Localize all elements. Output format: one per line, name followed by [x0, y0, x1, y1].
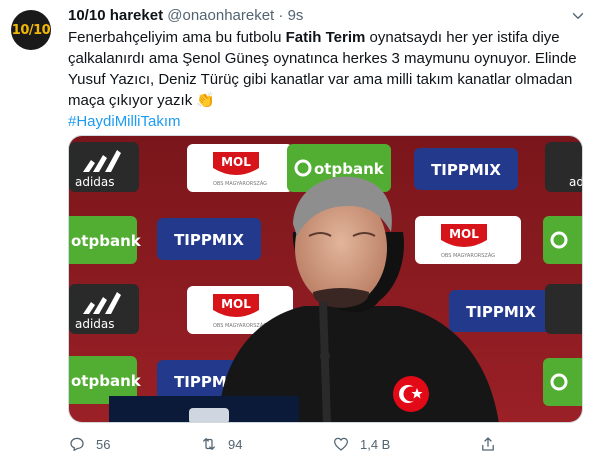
- tweet-time[interactable]: 9s: [288, 7, 304, 24]
- nations-league-podium: [109, 396, 299, 422]
- svg-text:OBS MAGYARORSZÁG: OBS MAGYARORSZÁG: [213, 322, 267, 329]
- svg-text:OBS MAGYARORSZÁG: OBS MAGYARORSZÁG: [441, 252, 495, 259]
- tippmix-logo-2: TIPPMIX: [157, 218, 261, 260]
- more-button[interactable]: [568, 6, 588, 26]
- more-icon: [572, 13, 584, 19]
- tippmix-logo-3: TIPPMIX: [449, 290, 553, 332]
- svg-text:otpbank: otpbank: [71, 372, 142, 390]
- clapping-emoji: 👏: [196, 92, 216, 109]
- svg-text:OBS MAGYARORSZÁG: OBS MAGYARORSZÁG: [213, 180, 267, 187]
- reply-count: 56: [96, 436, 111, 452]
- tweet: 10/10 10/10 hareket @onaonhareket · 9s F…: [0, 0, 600, 471]
- press-conference-photo: adidas MOL OBS MAGYARORSZÁG otpbank TIPP…: [69, 136, 583, 422]
- svg-text:TIPPMIX: TIPPMIX: [431, 161, 501, 179]
- retweet-button[interactable]: 94: [200, 432, 242, 456]
- otpbank-logo-right: [543, 216, 582, 264]
- svg-text:MOL: MOL: [221, 155, 251, 169]
- share-icon: [482, 437, 494, 451]
- adidas-logo-3: adidas: [69, 284, 139, 334]
- otpbank-logo-left: otpbank: [69, 216, 142, 264]
- tweet-header: 10/10 hareket @onaonhareket · 9s: [68, 6, 560, 26]
- otpbank-logo-4-right: [543, 358, 582, 406]
- retweet-count: 94: [228, 436, 243, 452]
- like-count: 1,4 B: [360, 436, 391, 452]
- svg-text:adidas: adidas: [75, 175, 115, 189]
- svg-text:MOL: MOL: [221, 297, 251, 311]
- adidas-logo-3-right: [545, 284, 582, 334]
- tweet-text-part-1: Fenerbahçeliyim ama bu futbolu: [68, 29, 286, 46]
- tweet-text: Fenerbahçeliyim ama bu futbolu Fatih Ter…: [68, 27, 588, 132]
- author-handle[interactable]: @onaonhareket: [167, 7, 274, 24]
- reply-button[interactable]: 56: [68, 432, 110, 456]
- share-button[interactable]: [479, 432, 497, 456]
- avatar-text: 10/10: [11, 22, 51, 38]
- tweet-text-bold: Fatih Terim: [285, 29, 366, 46]
- svg-text:MOL: MOL: [449, 227, 479, 241]
- tippmix-logo: TIPPMIX: [414, 148, 518, 190]
- retweet-icon: [203, 438, 215, 450]
- svg-text:TIPPMIX: TIPPMIX: [466, 303, 536, 321]
- separator-dot: ·: [278, 7, 284, 24]
- tweet-photo[interactable]: adidas MOL OBS MAGYARORSZÁG otpbank TIPP…: [68, 135, 583, 423]
- adidas-logo-right: adidas: [545, 142, 583, 192]
- like-icon: [333, 437, 349, 451]
- adidas-logo: adidas: [69, 142, 139, 192]
- author-name[interactable]: 10/10 hareket: [68, 7, 163, 24]
- tweet-actions: 56 94 1,4 B: [68, 432, 508, 456]
- reply-icon: [70, 437, 84, 452]
- svg-text:TIPPMIX: TIPPMIX: [174, 231, 244, 249]
- mol-logo-2: MOL OBS MAGYARORSZÁG: [415, 216, 521, 264]
- svg-text:adidas: adidas: [75, 317, 115, 331]
- like-button[interactable]: 1,4 B: [332, 432, 390, 456]
- hashtag-link[interactable]: #HaydiMilliTakım: [68, 113, 181, 130]
- svg-text:adidas: adidas: [569, 175, 583, 189]
- svg-text:otpbank: otpbank: [314, 160, 385, 178]
- avatar[interactable]: 10/10: [11, 10, 51, 50]
- svg-text:otpbank: otpbank: [71, 232, 142, 250]
- mol-logo: MOL OBS MAGYARORSZÁG: [187, 144, 293, 192]
